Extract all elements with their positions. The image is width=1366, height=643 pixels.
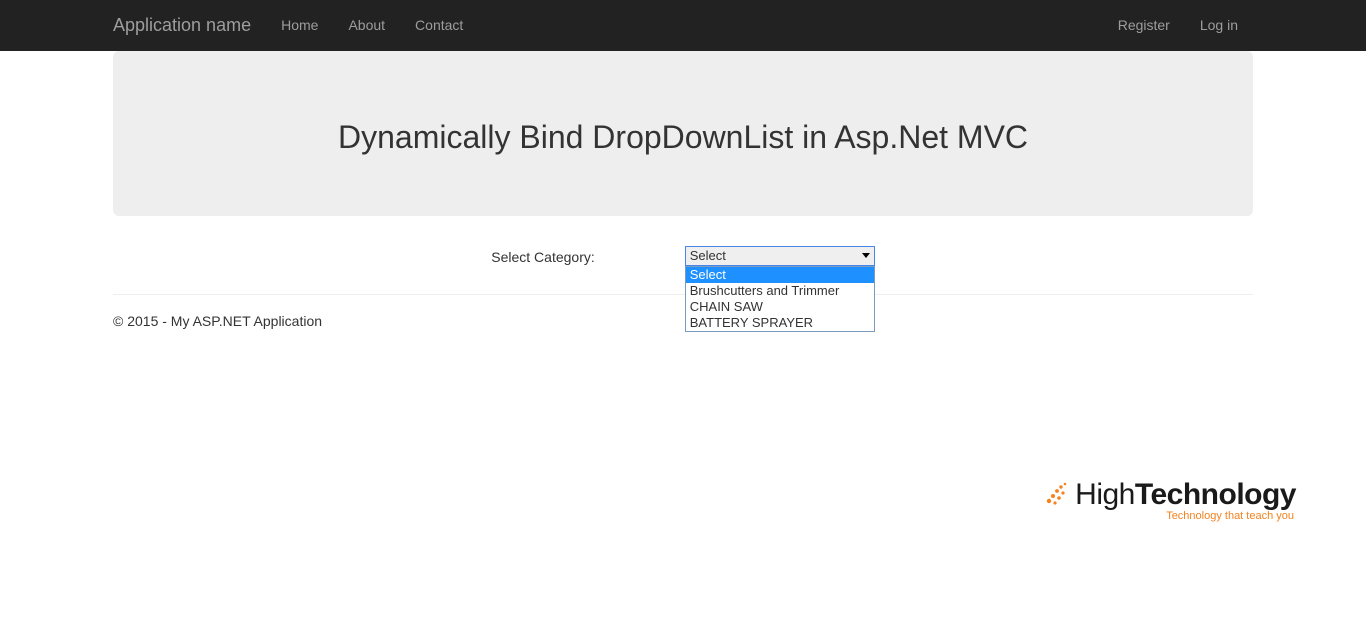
navbar: Application name Home About Contact Regi…	[0, 0, 1366, 51]
category-option[interactable]: BATTERY SPRAYER	[686, 315, 874, 331]
category-select[interactable]: Select	[685, 246, 875, 266]
chevron-down-icon	[862, 253, 870, 258]
category-option[interactable]: Brushcutters and Trimmer	[686, 283, 874, 299]
category-option[interactable]: CHAIN SAW	[686, 299, 874, 315]
watermark-logo: HighTechnology Technology that teach you	[1043, 478, 1296, 522]
logo-icon	[1043, 481, 1069, 510]
category-label: Select Category:	[491, 246, 595, 265]
category-select-value: Select	[690, 248, 726, 263]
nav-login[interactable]: Log in	[1185, 0, 1253, 51]
page-title: Dynamically Bind DropDownList in Asp.Net…	[173, 119, 1193, 156]
watermark-brand: HighTechnology	[1075, 478, 1296, 512]
nav-home[interactable]: Home	[266, 0, 333, 51]
watermark-brand-bold: Technology	[1135, 478, 1296, 511]
footer-text: © 2015 - My ASP.NET Application	[113, 295, 1253, 329]
category-row: Select Category: Select Select Brushcutt…	[113, 246, 1253, 276]
nav-contact[interactable]: Contact	[400, 0, 478, 51]
brand-link[interactable]: Application name	[113, 15, 266, 36]
nav-about[interactable]: About	[333, 0, 400, 51]
watermark-brand-light: High	[1075, 478, 1135, 511]
category-option[interactable]: Select	[686, 267, 874, 283]
hero-banner: Dynamically Bind DropDownList in Asp.Net…	[113, 51, 1253, 216]
nav-register[interactable]: Register	[1103, 0, 1185, 51]
category-select-list[interactable]: Select Brushcutters and Trimmer CHAIN SA…	[685, 266, 875, 332]
